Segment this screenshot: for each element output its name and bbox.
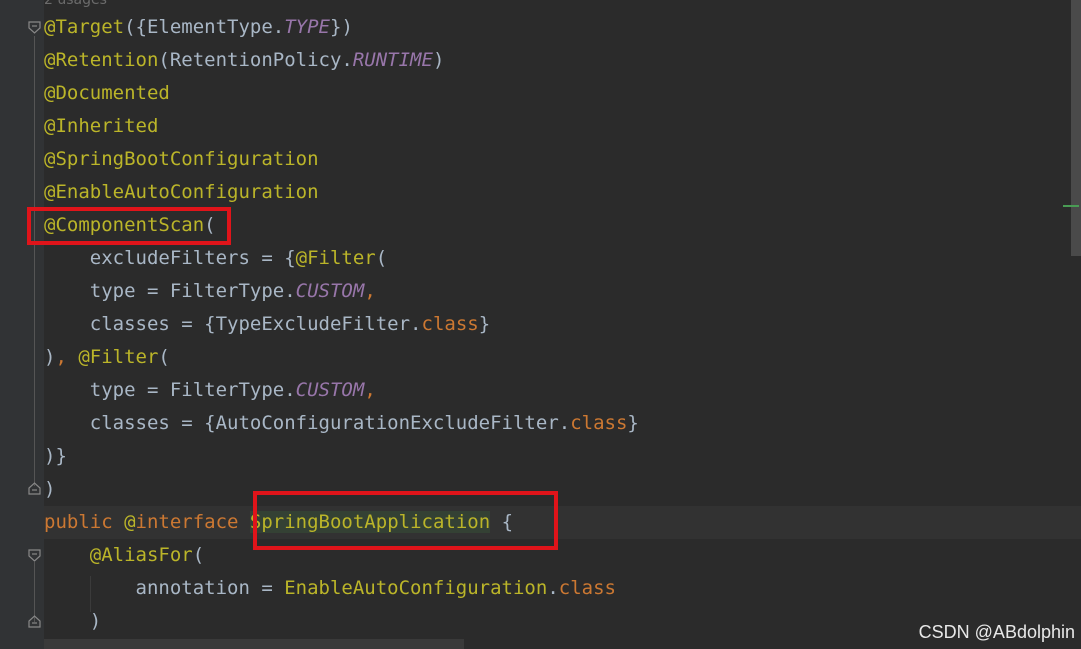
code-token: ( bbox=[375, 247, 388, 269]
code-token: classes = {TypeExcludeFilter. bbox=[44, 313, 422, 335]
code-token: type = FilterType. bbox=[44, 379, 296, 401]
code-line[interactable]: @EnableAutoConfiguration bbox=[44, 176, 319, 209]
code-token: ) bbox=[44, 610, 102, 632]
code-token: @AliasFor bbox=[89, 544, 193, 566]
code-token: classes = {AutoConfigurationExcludeFilte… bbox=[44, 412, 571, 434]
code-token: @Documented bbox=[44, 82, 170, 104]
code-token: CUSTOM bbox=[295, 280, 365, 302]
code-token: @Filter bbox=[295, 247, 376, 269]
code-line[interactable]: )} bbox=[44, 440, 67, 473]
code-token: class bbox=[570, 412, 628, 434]
code-token: TYPE bbox=[284, 16, 330, 38]
code-token: , bbox=[55, 346, 79, 368]
code-token: ({ElementType. bbox=[124, 16, 285, 38]
code-token: ) bbox=[44, 346, 56, 368]
fold-collapse-icon[interactable] bbox=[28, 21, 41, 34]
code-token: } bbox=[478, 313, 491, 335]
code-token: @Target bbox=[44, 16, 125, 38]
code-token: class bbox=[558, 577, 616, 599]
code-editor[interactable]: 2 usages @Target({ElementType.TYPE}) @Ret… bbox=[44, 0, 1081, 649]
fold-guide bbox=[34, 36, 35, 486]
code-line[interactable]: @ComponentScan( bbox=[44, 209, 216, 242]
code-token: annotation = bbox=[44, 577, 285, 599]
code-token: )} bbox=[44, 445, 67, 467]
code-line[interactable]: ), @Filter( bbox=[44, 341, 170, 374]
code-token: @SpringBootConfiguration bbox=[44, 148, 319, 170]
watermark: CSDN @ABdolphin bbox=[918, 622, 1075, 642]
code-token: interface bbox=[135, 511, 250, 533]
code-token: @ComponentScan bbox=[44, 214, 205, 236]
code-line[interactable]: @Documented bbox=[44, 77, 170, 110]
code-line[interactable]: ) bbox=[44, 473, 55, 506]
code-token: @Retention bbox=[44, 49, 159, 71]
code-token: @Inherited bbox=[44, 115, 159, 137]
code-token: } bbox=[627, 412, 639, 434]
code-line[interactable]: @SpringBootConfiguration bbox=[44, 143, 319, 176]
code-token: EnableAutoConfiguration bbox=[284, 577, 548, 599]
code-token: class bbox=[421, 313, 479, 335]
change-marker bbox=[1063, 205, 1079, 207]
code-token: ( bbox=[204, 214, 216, 236]
code-token: public bbox=[44, 511, 125, 533]
code-line[interactable]: @AliasFor( bbox=[44, 539, 204, 572]
code-token: @Filter bbox=[78, 346, 159, 368]
fold-guide bbox=[34, 562, 35, 622]
code-token: CUSTOM bbox=[295, 379, 365, 401]
code-line[interactable]: classes = {TypeExcludeFilter.class} bbox=[44, 308, 490, 341]
fold-end-icon[interactable] bbox=[28, 482, 41, 495]
code-line[interactable]: excludeFilters = {@Filter( bbox=[44, 242, 387, 275]
horizontal-scrollbar[interactable] bbox=[44, 639, 464, 649]
fold-end-icon[interactable] bbox=[28, 615, 41, 628]
code-token: , bbox=[364, 379, 376, 401]
code-line[interactable]: @Target({ElementType.TYPE}) bbox=[44, 11, 353, 44]
code-line[interactable]: type = FilterType.CUSTOM, bbox=[44, 374, 376, 407]
code-token: RUNTIME bbox=[352, 49, 433, 71]
code-token: @EnableAutoConfiguration bbox=[44, 181, 319, 203]
code-token: . bbox=[547, 577, 559, 599]
vertical-scrollbar[interactable] bbox=[1071, 0, 1081, 256]
code-line[interactable]: classes = {AutoConfigurationExcludeFilte… bbox=[44, 407, 639, 440]
code-line[interactable]: @Retention(RetentionPolicy.RUNTIME) bbox=[44, 44, 444, 77]
code-token: excludeFilters = { bbox=[44, 247, 296, 269]
code-token: type = FilterType. bbox=[44, 280, 296, 302]
code-token: ) bbox=[44, 478, 56, 500]
code-line[interactable]: annotation = EnableAutoConfiguration.cla… bbox=[44, 572, 616, 605]
code-line[interactable]: public @interface SpringBootApplication … bbox=[44, 506, 1081, 539]
code-line[interactable]: @Inherited bbox=[44, 110, 158, 143]
code-token: }) bbox=[330, 16, 353, 38]
code-token: (RetentionPolicy. bbox=[158, 49, 353, 71]
code-token: { bbox=[490, 511, 514, 533]
code-token: ) bbox=[432, 49, 445, 71]
code-token: ( bbox=[192, 544, 205, 566]
code-token: ( bbox=[158, 346, 170, 368]
code-token: SpringBootApplication bbox=[249, 511, 491, 533]
code-line[interactable]: ) bbox=[44, 605, 101, 638]
code-line[interactable]: type = FilterType.CUSTOM, bbox=[44, 275, 376, 308]
fold-collapse-icon[interactable] bbox=[28, 549, 41, 562]
code-token: @ bbox=[124, 511, 136, 533]
code-token: , bbox=[364, 280, 376, 302]
